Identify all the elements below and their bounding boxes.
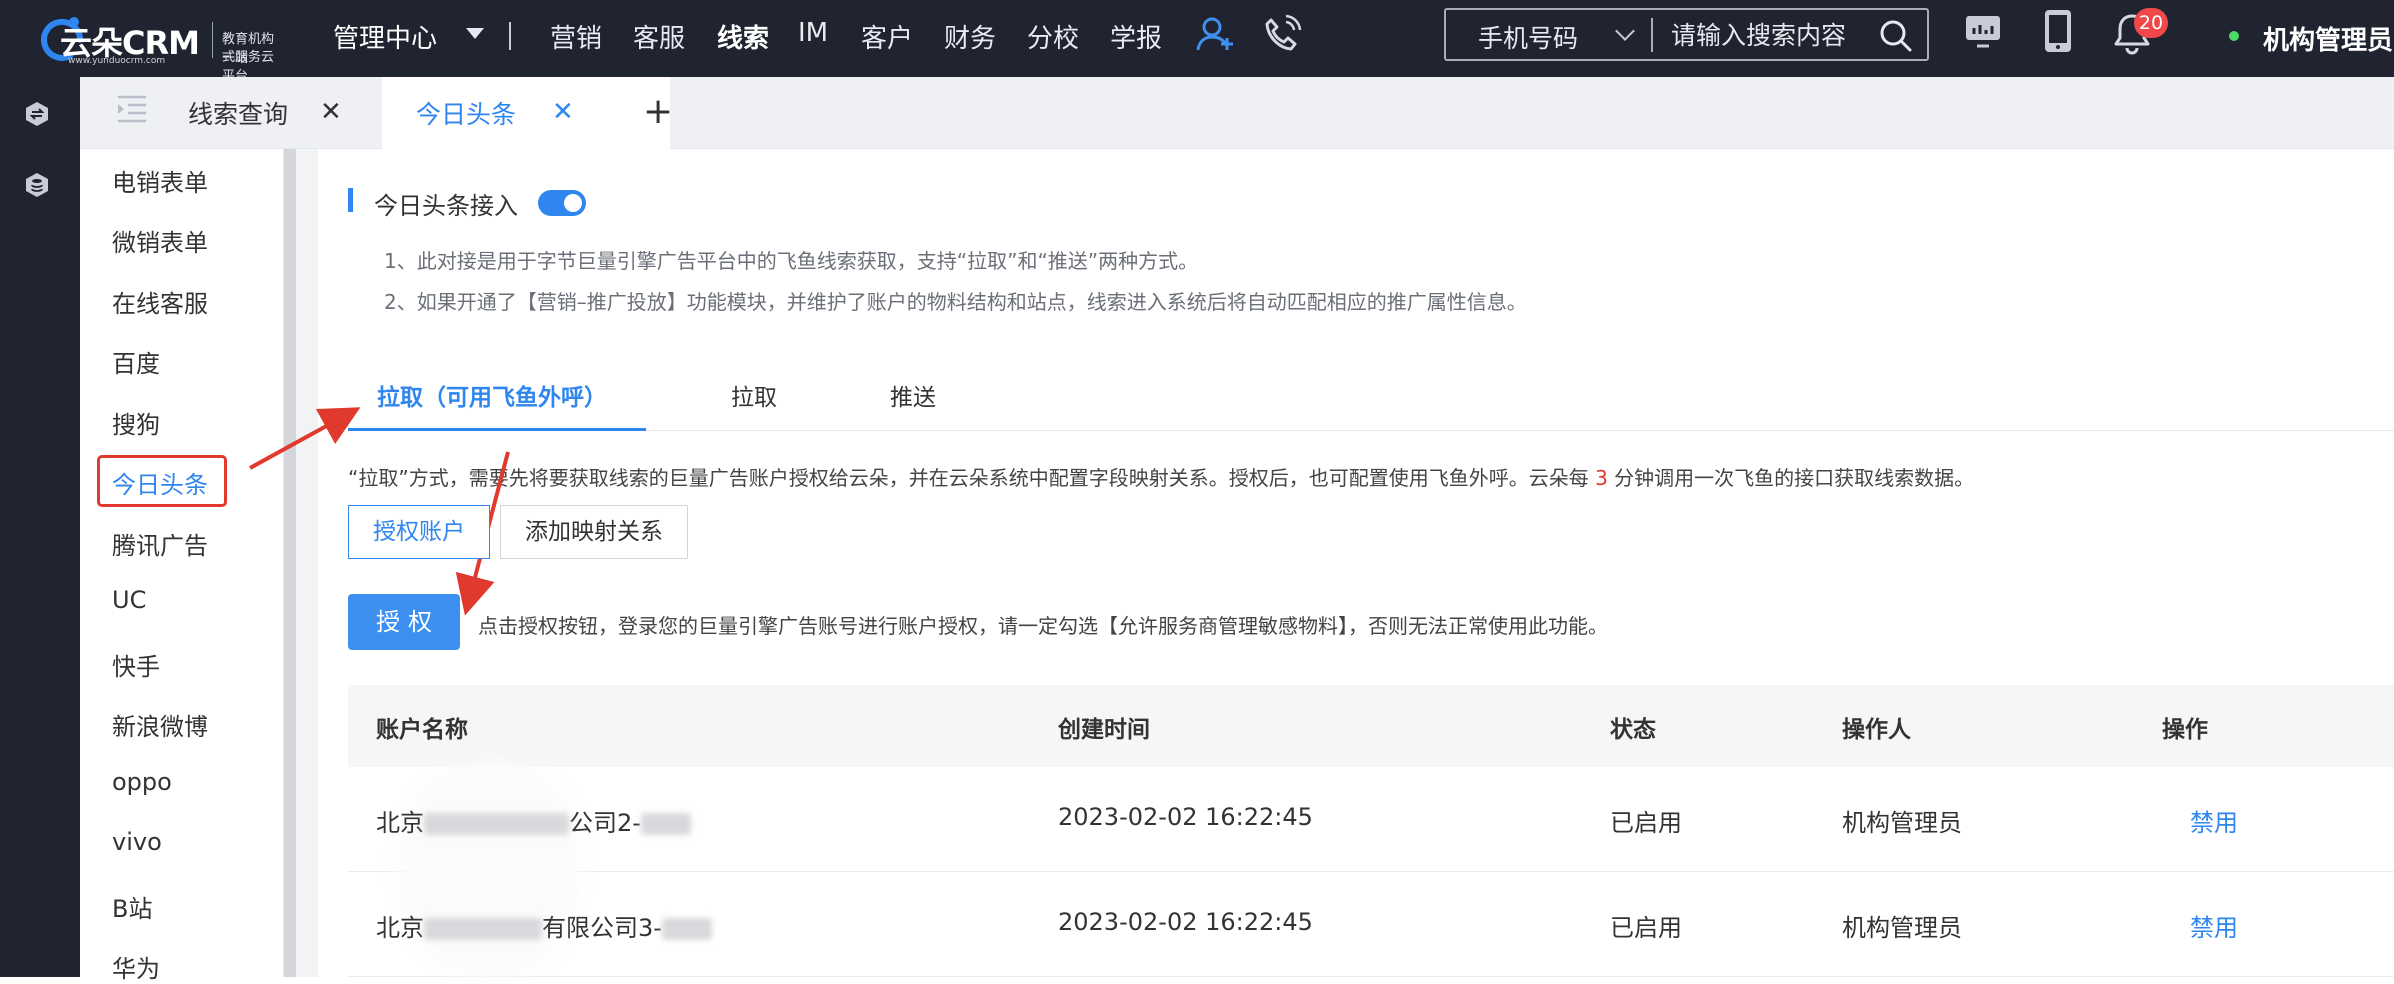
column-actions: 操作 <box>2162 717 2208 743</box>
sidebar-scrollbar[interactable] <box>284 149 296 977</box>
column-operator: 操作人 <box>1842 717 1911 743</box>
method-tabs: 拉取（可用飞鱼外呼） 拉取 推送 <box>348 368 2394 431</box>
table-header <box>348 685 2394 767</box>
nav-clients[interactable]: 客户 <box>861 18 913 55</box>
chevron-down-icon[interactable] <box>1615 21 1635 41</box>
online-status-dot <box>2229 31 2239 41</box>
status-cell: 已启用 <box>1610 809 1682 837</box>
sidebar-item-sogou[interactable]: 搜狗 <box>112 405 160 440</box>
nav-divider <box>509 22 511 50</box>
database-icon[interactable] <box>24 172 50 198</box>
tab-label: 线索查询 <box>188 100 289 129</box>
sidebar-item-kuaishou[interactable]: 快手 <box>112 647 160 682</box>
created-time-cell: 2023-02-02 16:22:45 <box>1058 908 1313 936</box>
note-line-2: 2、如果开通了【营销–推广投放】功能模块，并维护了账户的物料结构和站点，线索进入… <box>384 290 1527 314</box>
tab-authorized-accounts[interactable]: 授权账户 <box>348 505 490 559</box>
tab-pull[interactable]: 拉取 <box>731 378 777 412</box>
brand-url: www.yunduocrm.com <box>68 56 166 66</box>
account-name-prefix: 北京 <box>376 809 424 837</box>
tab-push[interactable]: 推送 <box>890 378 936 412</box>
redacted-text <box>640 813 691 835</box>
caret-down-icon[interactable] <box>466 28 484 39</box>
account-name-suffix: 公司2- <box>569 809 641 837</box>
privacy-blur <box>400 760 580 977</box>
left-rail <box>0 77 80 977</box>
user-name-menu[interactable]: 机构管理员 <box>2263 20 2393 57</box>
sidebar-item-uc[interactable]: UC <box>112 586 146 614</box>
description-text: “拉取”方式，需要先将要获取线索的巨量广告账户授权给云朵，并在云朵系统中配置字段… <box>348 466 1596 490</box>
sidebar-item-oppo[interactable]: oppo <box>112 768 172 796</box>
integration-toggle[interactable] <box>538 190 586 216</box>
column-status: 状态 <box>1610 717 1656 743</box>
redacted-text <box>424 918 542 940</box>
sidebar-item-tencent-ads[interactable]: 腾讯广告 <box>112 526 208 561</box>
account-name-prefix: 北京 <box>376 914 424 942</box>
channel-sidebar: 电销表单 微销表单 在线客服 百度 搜狗 今日头条 腾讯广告 UC 快手 新浪微… <box>80 149 284 983</box>
sidebar-item-vivo[interactable]: vivo <box>112 828 162 856</box>
disable-link[interactable]: 禁用 <box>2190 803 2238 838</box>
active-tab-underline <box>348 428 646 431</box>
nav-leads[interactable]: 线索 <box>717 18 769 55</box>
note-line-1: 1、此对接是用于字节巨量引擎广告平台中的飞鱼线索获取，支持“拉取”和“推送”两种… <box>384 249 1199 273</box>
top-bar: 云朵CRM www.yunduocrm.com 教育机构一站 式服务云平台 管理… <box>0 0 2394 84</box>
page-tab-strip: 线索查询 ✕ 今日头条 ✕ + <box>80 77 2394 149</box>
tab-label: 今日头条 <box>416 100 517 129</box>
nav-finance[interactable]: 财务 <box>944 18 996 55</box>
tab-lead-query[interactable]: 线索查询 ✕ <box>180 77 358 149</box>
redacted-text <box>424 813 569 835</box>
account-name-suffix: 有限公司3- <box>542 914 662 942</box>
add-tab-button[interactable]: + <box>643 92 673 132</box>
collapse-menu-icon[interactable] <box>114 91 150 127</box>
global-search: 手机号码 <box>1444 8 1929 61</box>
operator-cell: 机构管理员 <box>1842 809 1962 837</box>
account-name-cell: 北京 公司2- <box>376 803 691 838</box>
nav-im[interactable]: IM <box>798 18 828 48</box>
sidebar-item-telesales-form[interactable]: 电销表单 <box>112 163 208 198</box>
column-created-time: 创建时间 <box>1058 717 1150 743</box>
search-type-select[interactable]: 手机号码 <box>1478 19 1578 55</box>
search-divider <box>1651 18 1653 52</box>
authorize-button[interactable]: 授权 <box>348 594 460 650</box>
tab-pull-with-call[interactable]: 拉取（可用飞鱼外呼） <box>377 378 607 412</box>
column-account-name: 账户名称 <box>376 717 468 743</box>
dashboard-screen-icon[interactable] <box>1963 12 2003 52</box>
switch-arrows-icon[interactable] <box>24 101 50 127</box>
notification-count-badge[interactable]: 20 <box>2134 8 2168 38</box>
tab-toutiao[interactable]: 今日头条 ✕ <box>382 77 670 149</box>
mobile-app-icon[interactable] <box>2040 8 2076 54</box>
tab-add-mapping[interactable]: 添加映射关系 <box>500 505 688 559</box>
search-input[interactable] <box>1671 16 1871 54</box>
section-marker <box>348 188 353 212</box>
nav-marketing[interactable]: 营销 <box>550 18 602 55</box>
account-name-cell: 北京 有限公司3- <box>376 908 712 943</box>
search-icon[interactable] <box>1878 18 1914 54</box>
management-center-menu[interactable]: 管理中心 <box>333 18 437 55</box>
sidebar-item-online-service[interactable]: 在线客服 <box>112 284 208 319</box>
highlight-box-annotation <box>97 455 227 507</box>
created-time-cell: 2023-02-02 16:22:45 <box>1058 803 1313 831</box>
close-icon[interactable]: ✕ <box>552 97 574 127</box>
nav-reports[interactable]: 学报 <box>1110 18 1162 55</box>
sidebar-item-huawei[interactable]: 华为 <box>112 949 160 984</box>
nav-customer-service[interactable]: 客服 <box>633 18 685 55</box>
sidebar-item-baidu[interactable]: 百度 <box>112 344 160 379</box>
pull-description: “拉取”方式，需要先将要获取线索的巨量广告账户授权给云朵，并在云朵系统中配置字段… <box>348 462 1974 491</box>
nav-branch-schools[interactable]: 分校 <box>1027 18 1079 55</box>
add-user-icon[interactable] <box>1195 14 1235 54</box>
sidebar-item-sina-weibo[interactable]: 新浪微博 <box>112 707 208 742</box>
status-cell: 已启用 <box>1610 914 1682 942</box>
sidebar-item-wechat-form[interactable]: 微销表单 <box>112 223 208 258</box>
redacted-text <box>661 918 712 940</box>
disable-link[interactable]: 禁用 <box>2190 908 2238 943</box>
logo-divider <box>212 22 213 58</box>
logo[interactable]: 云朵CRM www.yunduocrm.com 教育机构一站 式服务云平台 <box>34 6 274 84</box>
interval-minutes: 3 <box>1595 466 1608 490</box>
sidebar-item-bilibili[interactable]: B站 <box>112 889 152 924</box>
authorize-tip: 点击授权按钮，登录您的巨量引擎广告账号进行账户授权，请一定勾选【允许服务商管理敏… <box>478 614 1608 638</box>
description-text-end: 分钟调用一次飞鱼的接口获取线索数据。 <box>1607 466 1975 490</box>
close-icon[interactable]: ✕ <box>320 97 342 127</box>
section-title: 今日头条接入 <box>374 192 518 220</box>
phone-call-icon[interactable] <box>1262 14 1302 54</box>
operator-cell: 机构管理员 <box>1842 914 1962 942</box>
